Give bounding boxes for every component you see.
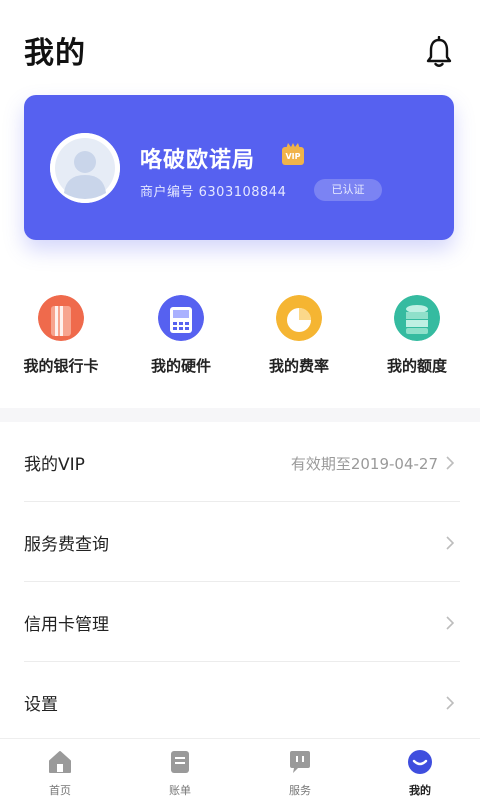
menu-item-credit-card[interactable]: 信用卡管理 [24, 582, 460, 662]
service-icon [290, 751, 310, 773]
menu-item-service-fee[interactable]: 服务费查询 [24, 502, 460, 582]
chevron-right-icon [446, 696, 454, 710]
tab-home[interactable]: 首页 [0, 739, 120, 800]
menu-item-label: 信用卡管理 [24, 615, 109, 635]
avatar[interactable] [50, 133, 120, 203]
bill-icon [171, 751, 189, 773]
quick-action-label: 我的额度 [386, 357, 447, 375]
page-header: 我的 [0, 0, 480, 90]
menu-item-my-vip[interactable]: 我的VIP 有效期至2019-04-27 [24, 422, 460, 502]
page-title: 我的 [24, 36, 86, 71]
home-icon [49, 751, 71, 773]
tab-label: 账单 [169, 784, 191, 797]
verified-badge: 已认证 [314, 179, 382, 201]
quick-actions: 我的银行卡 我的硬件 我的费率 我的额度 [0, 285, 480, 395]
quota-stack-icon [394, 295, 440, 341]
quick-action-rate[interactable]: 我的费率 [244, 285, 354, 385]
merchant-id: 商户编号 6303108844 [140, 185, 287, 200]
quick-action-label: 我的硬件 [150, 357, 211, 375]
bell-icon[interactable] [424, 35, 454, 68]
merchant-name: 咯破欧诺局 [140, 148, 256, 173]
tab-label: 我的 [409, 784, 431, 797]
vip-expiry-value: 有效期至2019-04-27 [290, 455, 438, 473]
tab-bills[interactable]: 账单 [120, 739, 240, 800]
tab-mine[interactable]: 我的 [360, 739, 480, 800]
menu-item-settings[interactable]: 设置 [24, 662, 460, 742]
profile-page: 我的 咯破欧诺局 VIP 商户编号 6303108844 已认证 我的银行卡 我… [0, 0, 480, 800]
menu-item-label: 我的VIP [24, 455, 85, 475]
quick-action-label: 我的费率 [268, 357, 329, 375]
quick-action-bank-card[interactable]: 我的银行卡 [6, 285, 116, 385]
section-divider [0, 408, 480, 422]
tab-services[interactable]: 服务 [240, 739, 360, 800]
hardware-icon [158, 295, 204, 341]
bank-card-icon [38, 295, 84, 341]
chevron-right-icon [446, 536, 454, 550]
profile-icon [408, 750, 432, 774]
bottom-tab-bar: 首页 账单 服务 我的 [0, 738, 480, 800]
quick-action-hardware[interactable]: 我的硬件 [126, 285, 236, 385]
tab-label: 服务 [289, 784, 311, 797]
vip-badge-label: VIP [285, 152, 301, 161]
vip-badge-icon: VIP [282, 143, 304, 165]
quick-action-quota[interactable]: 我的额度 [362, 285, 472, 385]
rate-pie-icon [276, 295, 322, 341]
menu-item-label: 设置 [24, 695, 58, 715]
merchant-profile-card[interactable]: 咯破欧诺局 VIP 商户编号 6303108844 已认证 [24, 95, 454, 240]
chevron-right-icon [446, 456, 454, 470]
tab-label: 首页 [49, 784, 71, 797]
quick-action-label: 我的银行卡 [23, 357, 99, 375]
menu-item-label: 服务费查询 [24, 535, 109, 555]
chevron-right-icon [446, 616, 454, 630]
